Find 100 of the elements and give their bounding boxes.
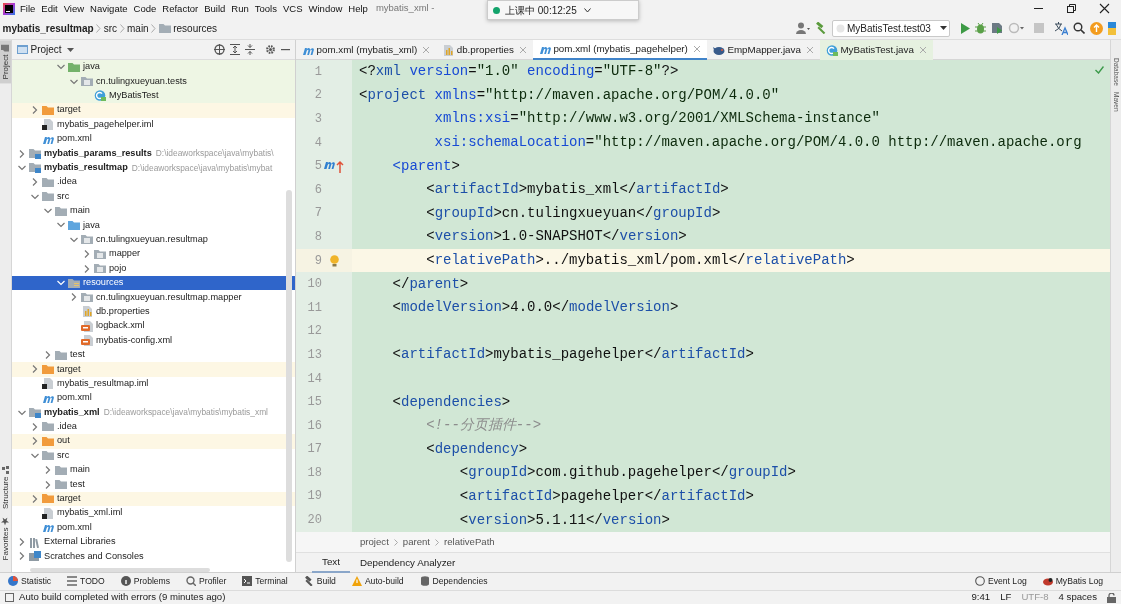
tree-item[interactable]: mybatis-config.xml <box>96 333 173 348</box>
tool-window-button[interactable]: MyBatis Log <box>1034 575 1111 588</box>
tree-item[interactable]: mapper <box>109 247 141 262</box>
tool-window-button[interactable]: Dependencies <box>411 575 496 588</box>
tool-window-button[interactable]: Statistic <box>0 575 60 588</box>
tool-window-tab[interactable]: Favorites <box>0 512 11 564</box>
tool-window-button[interactable]: Auto-build <box>343 575 412 588</box>
close-icon <box>518 46 527 54</box>
view-tab[interactable]: Dependency Analyzer <box>349 553 466 573</box>
project-view-dropdown[interactable]: Project <box>30 42 62 57</box>
tree-item[interactable]: .idea <box>57 420 77 434</box>
scrollbar[interactable] <box>30 568 210 572</box>
tree-item[interactable]: mybatis_xml <box>44 405 100 420</box>
tree-item[interactable]: pojo <box>109 261 127 276</box>
tree-item[interactable]: pom.xml <box>57 391 92 406</box>
tree-item[interactable]: mybatis_resultmap <box>44 161 128 175</box>
tool-window-button[interactable]: TODO <box>59 575 113 588</box>
tree-item[interactable]: mybatis_params_results <box>44 146 152 161</box>
line-number: 18 <box>306 464 322 482</box>
line-number: 11 <box>306 299 322 317</box>
line-separator[interactable]: LF <box>1000 590 1012 604</box>
separator-icon <box>151 23 157 33</box>
menu-item[interactable]: Build <box>201 0 229 17</box>
tree-item[interactable]: test <box>70 348 85 362</box>
bug-icon <box>975 22 986 34</box>
line-number: 2 <box>313 87 322 105</box>
line-number: 20 <box>306 512 322 530</box>
tree-item[interactable]: pom.xml <box>57 520 92 535</box>
tree-item[interactable]: db.properties <box>96 304 150 319</box>
menu-item[interactable]: Help <box>345 0 371 17</box>
editor-tab[interactable]: EmpMapper.java <box>706 40 820 60</box>
tree-item[interactable]: src <box>57 189 70 204</box>
menu-item[interactable]: Navigate <box>87 0 131 17</box>
editor-tab[interactable]: pom.xml (mybatis_xml) <box>296 40 437 60</box>
tree-item[interactable]: java <box>83 218 100 233</box>
tree-item[interactable]: resources <box>83 276 124 290</box>
menu-item[interactable]: Window <box>305 0 346 17</box>
code-line: <!--分页插件--> <box>425 416 542 436</box>
code-line: <groupId>com.github.pagehelper</groupId> <box>458 463 796 483</box>
editor-tab[interactable]: MyBatisTest.java <box>819 40 933 60</box>
tool-window-tab[interactable]: Project <box>0 40 11 84</box>
tool-window-button[interactable]: Terminal <box>234 575 296 588</box>
menu-item[interactable]: Tools <box>251 0 280 17</box>
tree-item[interactable]: pom.xml <box>57 132 92 147</box>
tree-item[interactable]: cn.tulingxueyuan.resultmap.mapper <box>96 290 242 305</box>
tree-item[interactable]: MyBatisTest <box>109 89 159 103</box>
menu-item[interactable]: Edit <box>38 0 61 17</box>
terminal-icon <box>242 576 253 587</box>
tree-item[interactable]: test <box>70 477 85 492</box>
tree-item[interactable]: mybatis_pagehelper.iml <box>57 117 154 132</box>
breadcrumb-item[interactable]: main <box>127 20 149 36</box>
breadcrumb-item[interactable]: src <box>103 20 117 36</box>
tree-item[interactable]: .idea <box>57 175 77 190</box>
scrollbar[interactable] <box>286 190 292 562</box>
menu-item[interactable]: Refactor <box>159 0 202 17</box>
tree-item[interactable]: Scratches and Consoles <box>44 549 144 564</box>
breadcrumb-item[interactable]: resources <box>173 20 218 36</box>
editor-tab[interactable]: db.properties <box>436 40 533 60</box>
breadcrumb-item[interactable]: parent <box>402 534 430 550</box>
tool-window-tab[interactable]: Structure <box>0 461 11 513</box>
tree-item[interactable]: java <box>83 60 100 75</box>
separator-icon <box>96 23 102 33</box>
tree-item[interactable]: mybatis_resultmap.iml <box>57 376 149 391</box>
tool-window-button[interactable]: Problems <box>112 575 179 588</box>
breadcrumb-item[interactable]: mybatis_resultmap <box>2 20 94 36</box>
tool-window-button[interactable]: Event Log <box>967 575 1035 588</box>
tree-item[interactable]: target <box>57 103 81 118</box>
editor-tab[interactable]: pom.xml (mybatis_pagehelper) <box>532 40 707 60</box>
tree-item[interactable]: main <box>70 463 90 478</box>
tree-item[interactable]: External Libraries <box>44 535 116 549</box>
menu-item[interactable]: Run <box>228 0 252 17</box>
menu-item[interactable]: View <box>60 0 88 17</box>
indent-setting[interactable]: 4 spaces <box>1058 590 1097 604</box>
bird-icon <box>712 44 725 56</box>
run-configuration-dropdown[interactable]: MyBatisTest.test03 <box>832 19 950 37</box>
tool-window-button[interactable]: Profiler <box>178 575 235 588</box>
breadcrumb-item[interactable]: project <box>360 534 389 550</box>
menu-item[interactable]: VCS <box>280 0 306 17</box>
tree-item[interactable]: logback.xml <box>96 319 145 334</box>
tree-item[interactable]: src <box>57 448 70 463</box>
menu-item[interactable]: Code <box>130 0 160 17</box>
tool-window-button[interactable]: Build <box>295 575 344 588</box>
caret-position[interactable]: 9:41 <box>971 590 991 604</box>
maven-parent-icon[interactable] <box>323 159 345 174</box>
folder-icon <box>68 277 80 289</box>
line-number: 10 <box>306 276 322 294</box>
tree-item[interactable]: cn.tulingxueyuan.resultmap <box>96 233 208 247</box>
tree-item[interactable]: target <box>57 492 81 506</box>
tree-item[interactable]: target <box>57 362 81 377</box>
star-icon <box>1 516 10 525</box>
breadcrumb-item[interactable]: relativePath <box>444 534 495 550</box>
tree-item[interactable]: main <box>70 204 90 218</box>
tree-item[interactable]: out <box>57 434 70 449</box>
menu-item[interactable]: File <box>17 0 39 17</box>
line-number: 14 <box>306 370 322 388</box>
close-icon <box>1099 3 1110 14</box>
code-line: <artifactId>mybatis_xml</artifactId> <box>425 180 729 200</box>
tree-item[interactable]: mybatis_xml.iml <box>57 506 123 521</box>
recording-status: 上课中 00:12:25 <box>505 3 577 18</box>
light-bulb-icon[interactable] <box>329 254 339 267</box>
